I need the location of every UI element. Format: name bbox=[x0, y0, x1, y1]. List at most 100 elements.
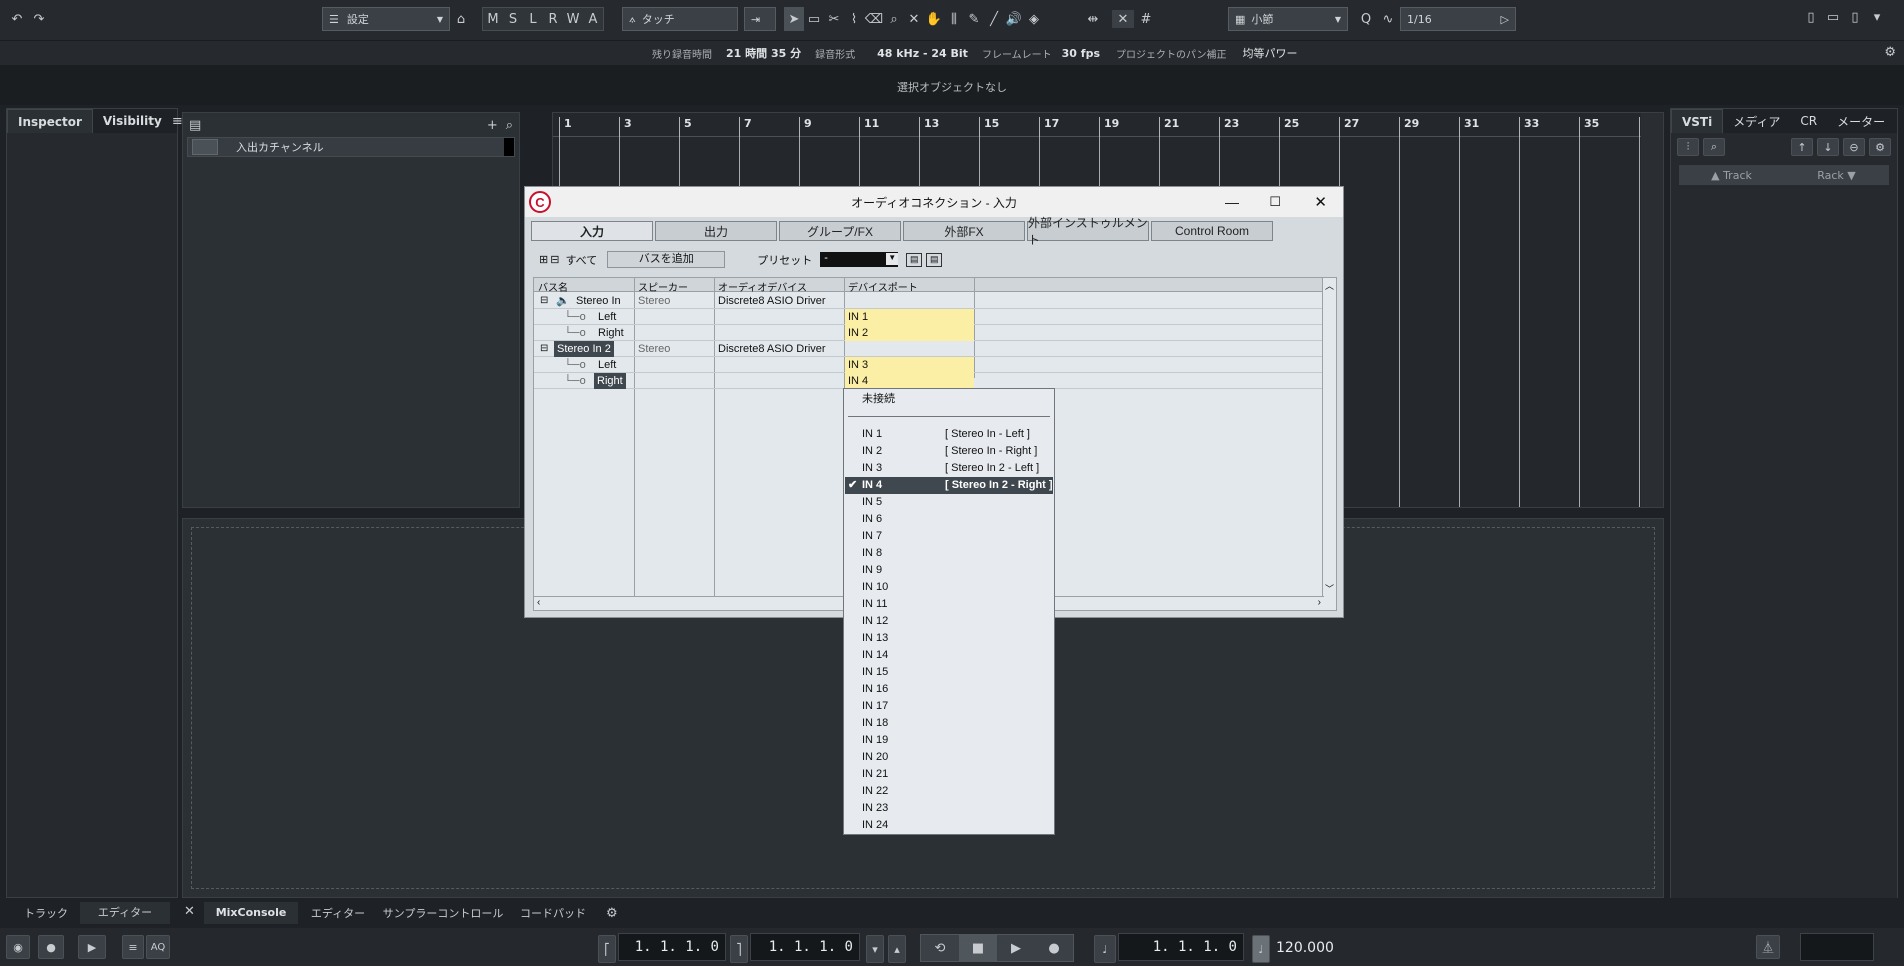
channel-row[interactable]: └─o Left IN 1 bbox=[534, 309, 1324, 325]
bus-name[interactable]: Stereo In bbox=[576, 293, 621, 309]
tab-chord-pads[interactable]: コードパッド bbox=[508, 905, 598, 921]
settings-dropdown[interactable]: ☰ 設定 ▼ bbox=[322, 7, 450, 31]
menu-item[interactable]: IN 23 bbox=[845, 800, 1053, 817]
dialog-titlebar[interactable]: C オーディオコネクション - 入力 — ☐ ✕ bbox=[525, 187, 1343, 217]
speaker-config[interactable]: Stereo bbox=[638, 341, 670, 357]
draw-tool-icon[interactable]: ✎ bbox=[964, 12, 984, 27]
column-speaker[interactable]: スピーカー bbox=[638, 279, 688, 294]
rec-format-value[interactable]: 48 kHz - 24 Bit bbox=[877, 47, 968, 60]
add-instrument-icon[interactable]: ⫶ bbox=[1677, 138, 1699, 156]
grid-icon[interactable]: # bbox=[1136, 10, 1156, 28]
tab-meter[interactable]: メーター bbox=[1827, 110, 1895, 132]
split-tool-icon[interactable]: ✂ bbox=[824, 12, 844, 27]
column-audio-device[interactable]: オーディオデバイス bbox=[718, 279, 807, 294]
menu-item-unconnected[interactable]: 未接続 bbox=[845, 391, 1053, 408]
right-locator-icon[interactable]: ⎤ bbox=[730, 935, 748, 963]
menu-item[interactable]: IN 16 bbox=[845, 681, 1053, 698]
expand-all-icon[interactable]: ⊞ bbox=[539, 253, 548, 266]
cycle-icon[interactable]: ⟲ bbox=[921, 935, 959, 961]
home-icon[interactable]: ⌂ bbox=[452, 10, 470, 28]
snap-zero-icon[interactable]: ✕ bbox=[1112, 10, 1134, 28]
range-tool-icon[interactable]: ▭ bbox=[804, 12, 824, 27]
write-button[interactable]: W bbox=[563, 12, 583, 27]
tab-output[interactable]: 出力 bbox=[655, 221, 777, 241]
tab-external-fx[interactable]: 外部FX bbox=[903, 221, 1025, 241]
cursor-mode-icon[interactable]: ▶ bbox=[78, 935, 106, 959]
channel-row[interactable]: └─o Left IN 3 bbox=[534, 357, 1324, 373]
menu-item[interactable]: IN 14 bbox=[845, 647, 1053, 664]
mute-tool-icon[interactable]: ✕ bbox=[904, 12, 924, 27]
gear-icon[interactable]: ⚙ bbox=[1869, 138, 1891, 156]
scroll-up-icon[interactable]: ︿ bbox=[1325, 279, 1334, 292]
tab-cr[interactable]: CR bbox=[1790, 110, 1827, 132]
listen-button[interactable]: L bbox=[523, 12, 543, 27]
position-display[interactable]: 1. 1. 1. 0 bbox=[1118, 933, 1244, 961]
line-tool-icon[interactable]: ╱ bbox=[984, 12, 1004, 27]
device-port-cell[interactable]: IN 3 bbox=[845, 357, 974, 373]
tab-visibility[interactable]: Visibility bbox=[93, 110, 172, 132]
quantize-preset-dropdown[interactable]: 1/16 ▷ bbox=[1400, 7, 1516, 31]
tempo-value[interactable]: 120.000 bbox=[1276, 940, 1334, 956]
delete-preset-icon[interactable]: ▤ bbox=[926, 252, 943, 267]
close-icon[interactable]: ✕ bbox=[184, 904, 195, 919]
metronome-icon[interactable]: ⏅ bbox=[1756, 935, 1780, 959]
bus-name[interactable]: Stereo In 2 bbox=[554, 341, 614, 357]
menu-item[interactable]: IN 8 bbox=[845, 545, 1053, 562]
frame-rate-value[interactable]: 30 fps bbox=[1062, 47, 1100, 60]
glue-tool-icon[interactable]: ⌇ bbox=[844, 12, 864, 27]
minimize-icon[interactable]: — bbox=[1225, 194, 1239, 210]
tab-sampler-control[interactable]: サンプラーコントロール bbox=[378, 905, 508, 921]
save-preset-icon[interactable]: ▤ bbox=[906, 252, 923, 267]
gear-icon[interactable]: ⚙ bbox=[1884, 45, 1896, 60]
hand-tool-icon[interactable]: ✋ bbox=[924, 12, 944, 27]
stop-icon[interactable]: ■ bbox=[959, 935, 997, 961]
solo-button[interactable]: S bbox=[503, 12, 523, 27]
layout-dropdown-icon[interactable]: ▾ bbox=[1866, 10, 1888, 25]
lower-zone-icon[interactable]: ▭ bbox=[1822, 10, 1844, 25]
menu-item[interactable]: IN 13 bbox=[845, 630, 1053, 647]
play-icon[interactable]: ▶ bbox=[997, 935, 1035, 961]
arrow-up-icon[interactable]: ↑ bbox=[1791, 138, 1813, 156]
scroll-right-icon[interactable]: › bbox=[1318, 597, 1321, 608]
iterative-quantize-icon[interactable]: ∿ bbox=[1378, 10, 1398, 28]
menu-item[interactable]: IN 9 bbox=[845, 562, 1053, 579]
read-button[interactable]: R bbox=[543, 12, 563, 27]
grid-type-dropdown[interactable]: ▦ 小節 ▼ bbox=[1228, 7, 1348, 31]
device-port-cell[interactable]: IN 4 bbox=[845, 373, 974, 389]
add-bus-button[interactable]: バスを追加 bbox=[607, 251, 726, 268]
menu-item[interactable]: IN 12 bbox=[845, 613, 1053, 630]
device-port-cell[interactable]: IN 1 bbox=[845, 309, 974, 325]
menu-item[interactable]: IN 15 bbox=[845, 664, 1053, 681]
channel-row[interactable]: └─o Right IN 2 bbox=[534, 325, 1324, 341]
search-icon[interactable]: ⌕ bbox=[506, 118, 513, 133]
scroll-left-icon[interactable]: ‹ bbox=[537, 597, 540, 608]
scroll-down-icon[interactable]: ﹀ bbox=[1325, 582, 1334, 595]
tab-media[interactable]: メディア bbox=[1723, 110, 1790, 132]
menu-item[interactable]: IN 20 bbox=[845, 749, 1053, 766]
menu-item[interactable]: IN 17 bbox=[845, 698, 1053, 715]
menu-item[interactable]: IN 6 bbox=[845, 511, 1053, 528]
menu-item[interactable]: IN 3 [ Stereo In 2 - Left ] bbox=[845, 460, 1053, 477]
automation-button[interactable]: A bbox=[583, 12, 603, 27]
redo-icon[interactable]: ↷ bbox=[30, 10, 48, 28]
tab-track[interactable]: トラック bbox=[24, 905, 80, 921]
tab-group-fx[interactable]: グループ/FX bbox=[779, 221, 901, 241]
menu-item[interactable]: IN 11 bbox=[845, 596, 1053, 613]
speaker-config[interactable]: Stereo bbox=[638, 293, 670, 309]
undo-icon[interactable]: ↶ bbox=[8, 10, 26, 28]
tab-vsti[interactable]: VSTi bbox=[1671, 109, 1724, 133]
ruler[interactable]: 13579111315171921232527293133353 bbox=[553, 117, 1652, 507]
time-format-icon[interactable]: ♩ bbox=[1094, 935, 1116, 963]
menu-item[interactable]: ✔ IN 4 [ Stereo In 2 - Right ] bbox=[845, 477, 1053, 494]
zoom-scrollbar[interactable] bbox=[1641, 113, 1663, 507]
menu-item[interactable]: IN 19 bbox=[845, 732, 1053, 749]
track-instruments-tab[interactable]: ▲ Track bbox=[1679, 169, 1784, 182]
collapse-icon[interactable]: ⊟ bbox=[540, 293, 548, 309]
arrow-down-icon[interactable]: ↓ bbox=[1817, 138, 1839, 156]
menu-item[interactable]: IN 21 bbox=[845, 766, 1053, 783]
search-icon[interactable]: ⌕ bbox=[1703, 138, 1725, 156]
tab-editor[interactable]: エディター bbox=[298, 905, 378, 921]
erase-tool-icon[interactable]: ⌫ bbox=[864, 12, 884, 27]
color-tool-icon[interactable]: ◈ bbox=[1024, 12, 1044, 27]
rack-instruments-tab[interactable]: Rack ▼ bbox=[1784, 169, 1889, 182]
